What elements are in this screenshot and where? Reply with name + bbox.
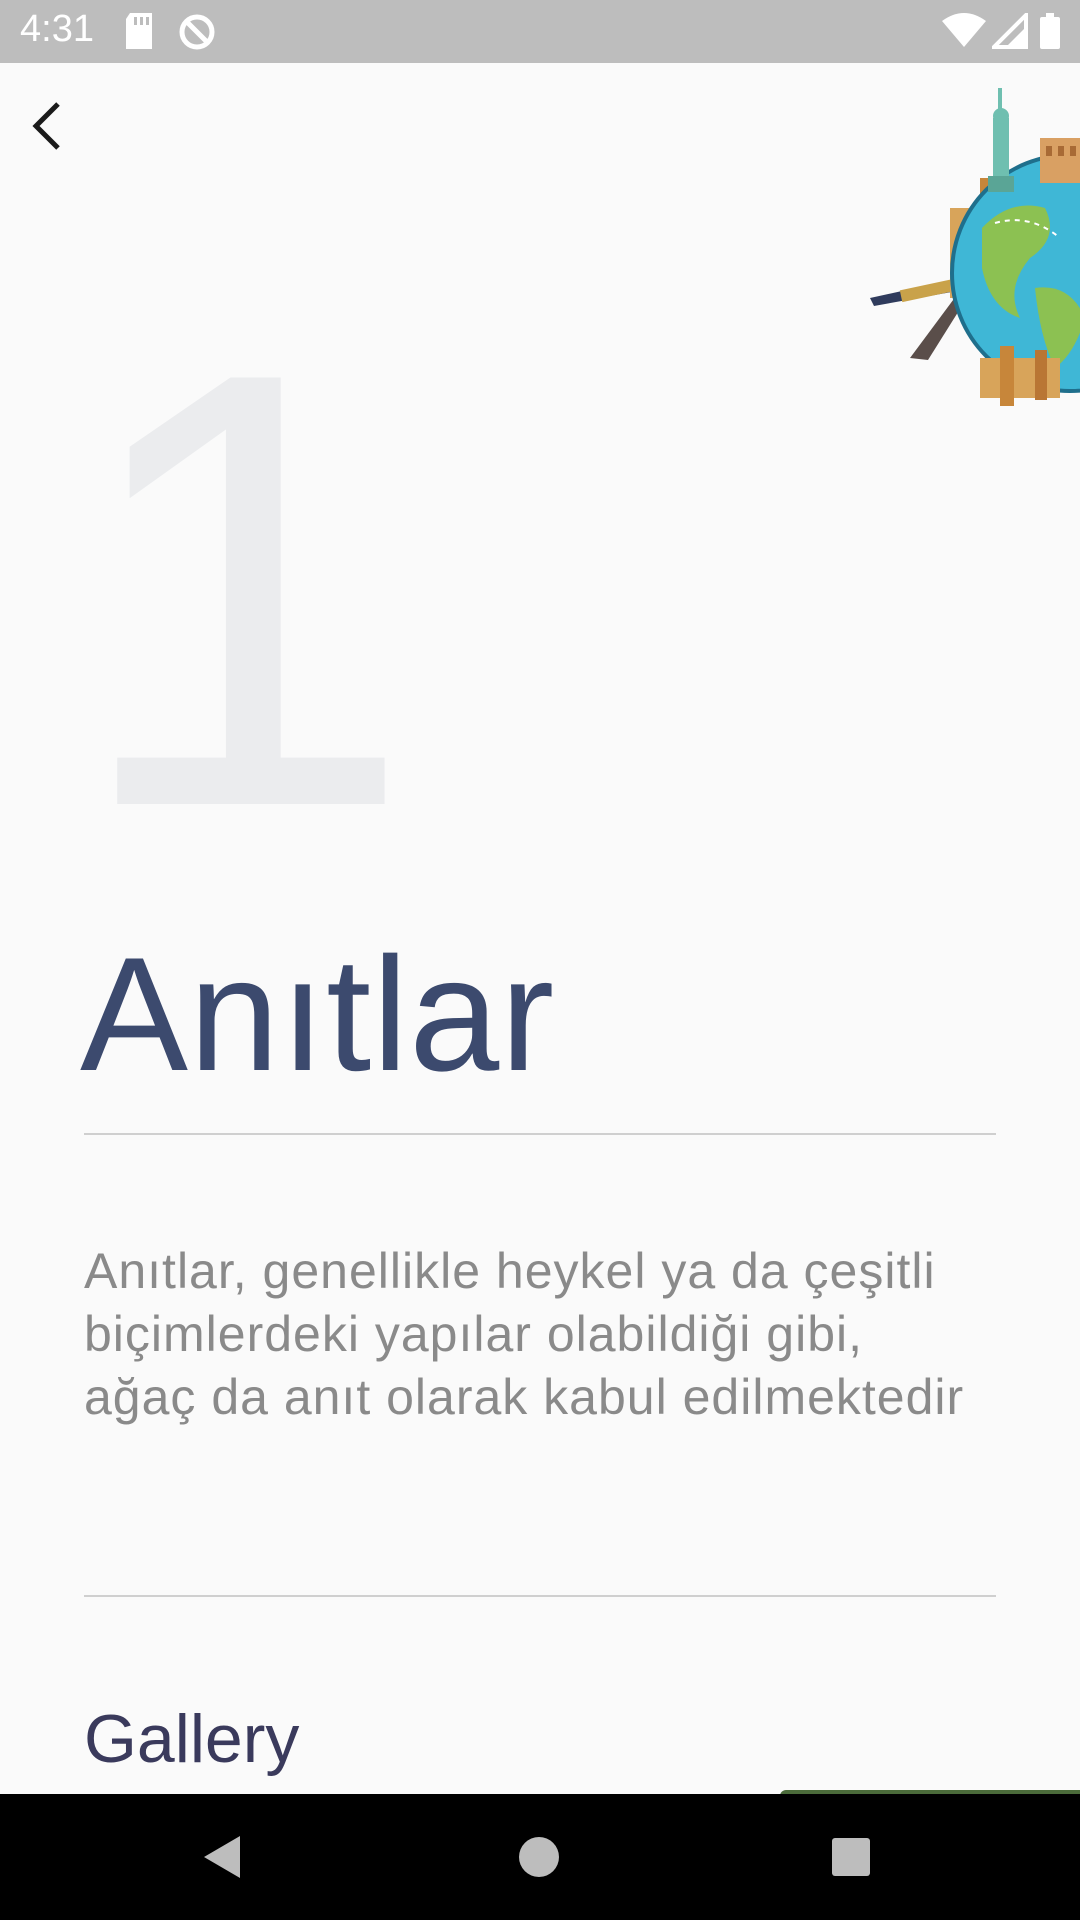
back-triangle-icon xyxy=(204,1836,240,1878)
nav-home-button[interactable] xyxy=(514,1832,564,1886)
recents-square-icon xyxy=(832,1838,870,1876)
wifi-icon xyxy=(942,13,986,47)
description-divider xyxy=(84,1595,996,1597)
page-title: Anıtlar xyxy=(80,924,556,1105)
item-number: 1 xyxy=(70,244,415,936)
chevron-left-icon xyxy=(32,102,60,150)
nav-recents-button[interactable] xyxy=(826,1832,876,1886)
title-divider xyxy=(84,1133,996,1135)
world-landmarks-globe-illustration xyxy=(870,88,1080,418)
navigation-bar xyxy=(0,1794,1080,1920)
home-circle-icon xyxy=(519,1837,559,1877)
nav-back-button[interactable] xyxy=(200,1832,250,1886)
battery-icon xyxy=(1040,13,1060,49)
status-bar: 4:31 xyxy=(0,0,1080,63)
description-text: Anıtlar, genellikle heykel ya da çeşitli… xyxy=(84,1243,965,1425)
do-not-disturb-icon xyxy=(179,14,215,50)
back-button[interactable] xyxy=(20,92,84,156)
signal-icon xyxy=(992,13,1028,49)
sd-card-icon xyxy=(126,13,152,49)
status-time: 4:31 xyxy=(20,8,94,50)
gallery-heading: Gallery xyxy=(84,1701,300,1777)
